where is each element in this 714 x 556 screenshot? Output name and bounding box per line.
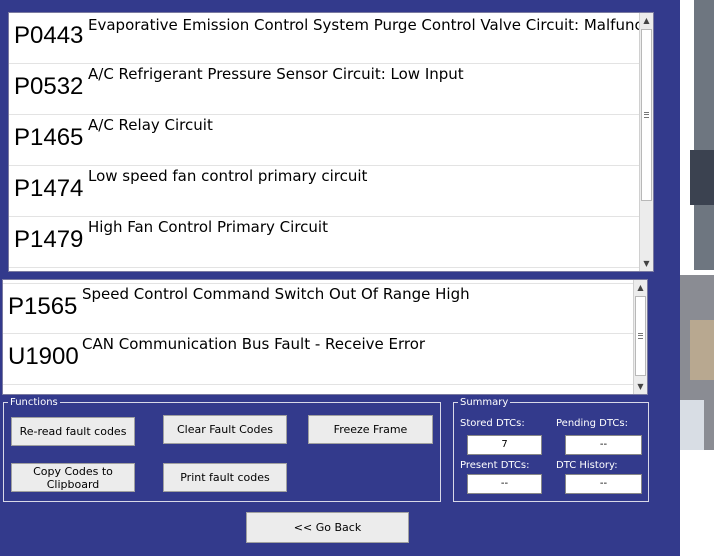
list-item[interactable]: P1465 A/C Relay Circuit (9, 115, 639, 166)
background-window-edge (690, 150, 714, 205)
dtc-code: U1900 (8, 343, 79, 370)
dtc-description: CAN Communication Bus Fault - Receive Er… (82, 335, 426, 353)
list-item[interactable]: P0443 Evaporative Emission Control Syste… (9, 13, 653, 64)
pending-dtcs-value: -- (565, 435, 642, 455)
list-item[interactable]: P1479 High Fan Control Primary Circuit (9, 217, 639, 268)
dtc-code: P0532 (14, 73, 84, 100)
dtc-description: Low speed fan control primary circuit (88, 167, 368, 185)
list-item[interactable]: P1565 Speed Control Command Switch Out O… (3, 283, 633, 334)
functions-legend: Functions (10, 397, 58, 408)
dtc-code: P1474 (14, 175, 84, 202)
scroll-thumb[interactable] (641, 29, 652, 201)
present-dtcs-label: Present DTCs: (460, 460, 530, 471)
scroll-thumb[interactable] (635, 296, 646, 376)
dtc-list-bottom[interactable]: P1565 Speed Control Command Switch Out O… (2, 279, 648, 395)
vertical-scrollbar[interactable]: ▲ ▼ (639, 13, 653, 271)
dtc-code: P1479 (14, 226, 84, 253)
reread-fault-codes-button[interactable]: Re-read fault codes (11, 417, 135, 446)
background-image-strip (690, 320, 714, 380)
dtc-code: P0443 (14, 22, 84, 49)
scroll-up-arrow-icon[interactable]: ▲ (640, 14, 653, 27)
background-window-edge (694, 0, 714, 270)
dtc-description: A/C Relay Circuit (88, 116, 213, 134)
print-fault-codes-button[interactable]: Print fault codes (163, 463, 287, 492)
list-item[interactable]: U1900 CAN Communication Bus Fault - Rece… (3, 334, 633, 385)
dtc-history-label: DTC History: (556, 460, 618, 471)
dtc-code: P1465 (14, 124, 84, 151)
dtc-code: P1565 (8, 293, 78, 320)
pending-dtcs-label: Pending DTCs: (556, 418, 628, 429)
vertical-scrollbar[interactable]: ▲ ▼ (633, 280, 647, 394)
clear-fault-codes-button[interactable]: Clear Fault Codes (163, 415, 287, 444)
scroll-down-arrow-icon[interactable]: ▼ (634, 380, 647, 393)
dtc-list-bottom-rows: P1565 Speed Control Command Switch Out O… (3, 283, 633, 385)
go-back-button[interactable]: << Go Back (246, 512, 409, 543)
dtc-history-value: -- (565, 474, 642, 494)
dtc-description: A/C Refrigerant Pressure Sensor Circuit:… (88, 65, 464, 83)
dtc-list-top-rows: P0443 Evaporative Emission Control Syste… (9, 13, 653, 268)
grip-icon (644, 112, 649, 118)
dtc-description: Speed Control Command Switch Out Of Rang… (82, 285, 470, 303)
background-image-strip (680, 400, 704, 450)
dtc-description: Evaporative Emission Control System Purg… (88, 16, 654, 34)
dtc-description: High Fan Control Primary Circuit (88, 218, 328, 236)
present-dtcs-value: -- (467, 474, 542, 494)
stored-dtcs-label: Stored DTCs: (460, 418, 525, 429)
dtc-window: P0443 Evaporative Emission Control Syste… (0, 0, 680, 556)
background-desktop (680, 0, 714, 556)
copy-codes-button[interactable]: Copy Codes to Clipboard (11, 463, 135, 492)
list-item[interactable]: P0532 A/C Refrigerant Pressure Sensor Ci… (9, 64, 639, 115)
scroll-down-arrow-icon[interactable]: ▼ (640, 257, 653, 270)
freeze-frame-button[interactable]: Freeze Frame (308, 415, 433, 444)
stored-dtcs-value: 7 (467, 435, 542, 455)
scroll-up-arrow-icon[interactable]: ▲ (634, 281, 647, 294)
list-item[interactable]: P1474 Low speed fan control primary circ… (9, 166, 639, 217)
dtc-list-top[interactable]: P0443 Evaporative Emission Control Syste… (8, 12, 654, 272)
summary-legend: Summary (460, 397, 509, 408)
grip-icon (638, 333, 643, 339)
